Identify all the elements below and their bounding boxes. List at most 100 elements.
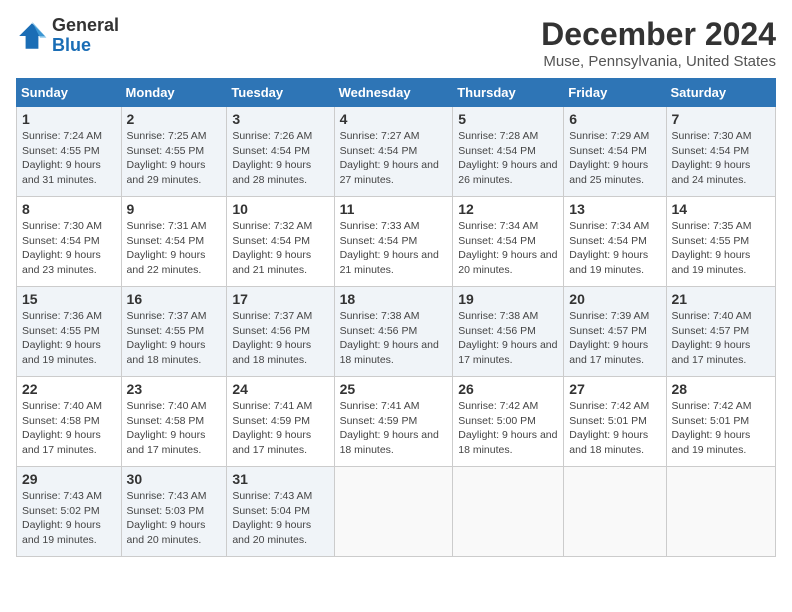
day-info: Sunrise: 7:43 AMSunset: 5:04 PMDaylight:…: [232, 489, 328, 548]
day-number: 13: [569, 201, 660, 217]
header-thursday: Thursday: [453, 79, 564, 107]
logo: General Blue: [16, 16, 119, 56]
calendar-week-4: 22 Sunrise: 7:40 AMSunset: 4:58 PMDayligh…: [17, 377, 776, 467]
day-info: Sunrise: 7:42 AMSunset: 5:00 PMDaylight:…: [458, 399, 558, 458]
calendar-cell: 4 Sunrise: 7:27 AMSunset: 4:54 PMDaylight…: [334, 107, 453, 197]
day-number: 8: [22, 201, 116, 217]
day-info: Sunrise: 7:33 AMSunset: 4:54 PMDaylight:…: [340, 219, 448, 278]
day-number: 5: [458, 111, 558, 127]
day-info: Sunrise: 7:25 AMSunset: 4:55 PMDaylight:…: [127, 129, 222, 188]
day-number: 30: [127, 471, 222, 487]
day-number: 15: [22, 291, 116, 307]
calendar-cell: [334, 467, 453, 557]
day-info: Sunrise: 7:29 AMSunset: 4:54 PMDaylight:…: [569, 129, 660, 188]
calendar-cell: 19 Sunrise: 7:38 AMSunset: 4:56 PMDayligh…: [453, 287, 564, 377]
day-number: 29: [22, 471, 116, 487]
day-info: Sunrise: 7:40 AMSunset: 4:58 PMDaylight:…: [22, 399, 116, 458]
day-info: Sunrise: 7:35 AMSunset: 4:55 PMDaylight:…: [672, 219, 770, 278]
day-number: 28: [672, 381, 770, 397]
header-saturday: Saturday: [666, 79, 775, 107]
day-number: 16: [127, 291, 222, 307]
header-friday: Friday: [564, 79, 666, 107]
day-number: 11: [340, 201, 448, 217]
day-number: 21: [672, 291, 770, 307]
calendar-cell: 26 Sunrise: 7:42 AMSunset: 5:00 PMDayligh…: [453, 377, 564, 467]
day-number: 24: [232, 381, 328, 397]
day-number: 10: [232, 201, 328, 217]
calendar-cell: 9 Sunrise: 7:31 AMSunset: 4:54 PMDaylight…: [121, 197, 227, 287]
day-number: 18: [340, 291, 448, 307]
day-number: 2: [127, 111, 222, 127]
calendar-cell: 25 Sunrise: 7:41 AMSunset: 4:59 PMDayligh…: [334, 377, 453, 467]
calendar-week-1: 1 Sunrise: 7:24 AMSunset: 4:55 PMDaylight…: [17, 107, 776, 197]
calendar-cell: 11 Sunrise: 7:33 AMSunset: 4:54 PMDayligh…: [334, 197, 453, 287]
calendar-cell: 14 Sunrise: 7:35 AMSunset: 4:55 PMDayligh…: [666, 197, 775, 287]
day-number: 9: [127, 201, 222, 217]
calendar-cell: 23 Sunrise: 7:40 AMSunset: 4:58 PMDayligh…: [121, 377, 227, 467]
day-info: Sunrise: 7:30 AMSunset: 4:54 PMDaylight:…: [22, 219, 116, 278]
header-wednesday: Wednesday: [334, 79, 453, 107]
day-info: Sunrise: 7:27 AMSunset: 4:54 PMDaylight:…: [340, 129, 448, 188]
day-info: Sunrise: 7:40 AMSunset: 4:58 PMDaylight:…: [127, 399, 222, 458]
day-number: 20: [569, 291, 660, 307]
day-number: 1: [22, 111, 116, 127]
logo-line1: General: [52, 16, 119, 36]
calendar-week-2: 8 Sunrise: 7:30 AMSunset: 4:54 PMDaylight…: [17, 197, 776, 287]
day-info: Sunrise: 7:41 AMSunset: 4:59 PMDaylight:…: [232, 399, 328, 458]
calendar-cell: 18 Sunrise: 7:38 AMSunset: 4:56 PMDayligh…: [334, 287, 453, 377]
calendar-cell: 31 Sunrise: 7:43 AMSunset: 5:04 PMDayligh…: [227, 467, 334, 557]
day-number: 14: [672, 201, 770, 217]
header-tuesday: Tuesday: [227, 79, 334, 107]
day-number: 19: [458, 291, 558, 307]
day-number: 26: [458, 381, 558, 397]
day-info: Sunrise: 7:36 AMSunset: 4:55 PMDaylight:…: [22, 309, 116, 368]
calendar-cell: 10 Sunrise: 7:32 AMSunset: 4:54 PMDayligh…: [227, 197, 334, 287]
calendar-cell: 20Sunrise: 7:39 AMSunset: 4:57 PMDayligh…: [564, 287, 666, 377]
calendar-cell: 16Sunrise: 7:37 AMSunset: 4:55 PMDayligh…: [121, 287, 227, 377]
location-title: Muse, Pennsylvania, United States: [541, 53, 776, 70]
day-info: Sunrise: 7:24 AMSunset: 4:55 PMDaylight:…: [22, 129, 116, 188]
calendar-table: SundayMondayTuesdayWednesdayThursdayFrid…: [16, 78, 776, 557]
calendar-cell: 30Sunrise: 7:43 AMSunset: 5:03 PMDayligh…: [121, 467, 227, 557]
day-info: Sunrise: 7:38 AMSunset: 4:56 PMDaylight:…: [340, 309, 448, 368]
calendar-cell: 6Sunrise: 7:29 AMSunset: 4:54 PMDaylight…: [564, 107, 666, 197]
header-sunday: Sunday: [17, 79, 122, 107]
calendar-cell: 24 Sunrise: 7:41 AMSunset: 4:59 PMDayligh…: [227, 377, 334, 467]
day-info: Sunrise: 7:38 AMSunset: 4:56 PMDaylight:…: [458, 309, 558, 368]
calendar-cell: 3Sunrise: 7:26 AMSunset: 4:54 PMDaylight…: [227, 107, 334, 197]
day-info: Sunrise: 7:32 AMSunset: 4:54 PMDaylight:…: [232, 219, 328, 278]
calendar-cell: 17Sunrise: 7:37 AMSunset: 4:56 PMDayligh…: [227, 287, 334, 377]
day-info: Sunrise: 7:28 AMSunset: 4:54 PMDaylight:…: [458, 129, 558, 188]
day-number: 12: [458, 201, 558, 217]
calendar-week-3: 15 Sunrise: 7:36 AMSunset: 4:55 PMDayligh…: [17, 287, 776, 377]
day-number: 4: [340, 111, 448, 127]
day-info: Sunrise: 7:31 AMSunset: 4:54 PMDaylight:…: [127, 219, 222, 278]
page-header: General Blue December 2024 Muse, Pennsyl…: [16, 16, 776, 70]
calendar-cell: 1 Sunrise: 7:24 AMSunset: 4:55 PMDaylight…: [17, 107, 122, 197]
title-area: December 2024 Muse, Pennsylvania, United…: [541, 16, 776, 70]
day-info: Sunrise: 7:41 AMSunset: 4:59 PMDaylight:…: [340, 399, 448, 458]
calendar-cell: 28Sunrise: 7:42 AMSunset: 5:01 PMDayligh…: [666, 377, 775, 467]
day-info: Sunrise: 7:26 AMSunset: 4:54 PMDaylight:…: [232, 129, 328, 188]
calendar-cell: 5 Sunrise: 7:28 AMSunset: 4:54 PMDaylight…: [453, 107, 564, 197]
day-number: 22: [22, 381, 116, 397]
day-info: Sunrise: 7:40 AMSunset: 4:57 PMDaylight:…: [672, 309, 770, 368]
calendar-cell: 27Sunrise: 7:42 AMSunset: 5:01 PMDayligh…: [564, 377, 666, 467]
month-title: December 2024: [541, 16, 776, 53]
day-number: 31: [232, 471, 328, 487]
day-info: Sunrise: 7:42 AMSunset: 5:01 PMDaylight:…: [569, 399, 660, 458]
calendar-cell: 2 Sunrise: 7:25 AMSunset: 4:55 PMDaylight…: [121, 107, 227, 197]
day-number: 25: [340, 381, 448, 397]
calendar-header-row: SundayMondayTuesdayWednesdayThursdayFrid…: [17, 79, 776, 107]
header-monday: Monday: [121, 79, 227, 107]
day-number: 23: [127, 381, 222, 397]
logo-line2: Blue: [52, 36, 119, 56]
calendar-cell: 22 Sunrise: 7:40 AMSunset: 4:58 PMDayligh…: [17, 377, 122, 467]
calendar-cell: [666, 467, 775, 557]
calendar-cell: [453, 467, 564, 557]
day-info: Sunrise: 7:37 AMSunset: 4:56 PMDaylight:…: [232, 309, 328, 368]
calendar-cell: 21 Sunrise: 7:40 AMSunset: 4:57 PMDayligh…: [666, 287, 775, 377]
calendar-cell: 12Sunrise: 7:34 AMSunset: 4:54 PMDayligh…: [453, 197, 564, 287]
calendar-cell: 13Sunrise: 7:34 AMSunset: 4:54 PMDayligh…: [564, 197, 666, 287]
logo-icon: [16, 20, 48, 52]
